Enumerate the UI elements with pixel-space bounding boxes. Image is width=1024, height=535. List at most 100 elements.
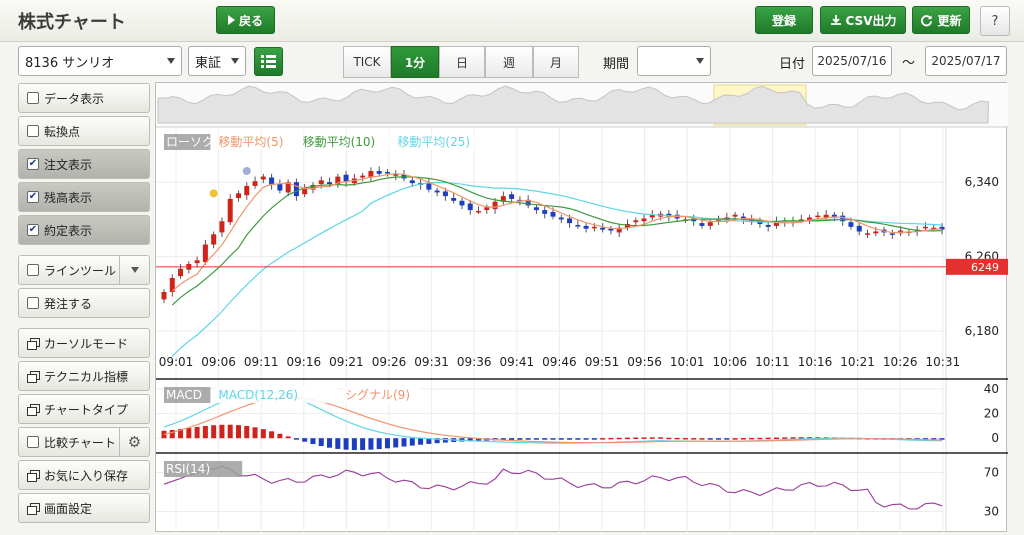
candle: [235, 193, 241, 198]
candle: [567, 218, 573, 224]
x-tick-label: 09:41: [500, 355, 535, 369]
macd-histogram-bar: [616, 437, 622, 440]
chart-area[interactable]: 09:01 09:06 09:11 09:16 09:21 09:26 09:31 09:36…: [155, 82, 1008, 533]
sidebar-item-12[interactable]: 画面設定: [18, 493, 150, 523]
sidebar-item-9[interactable]: チャートタイプ: [18, 394, 150, 424]
macd-histogram-bar: [773, 437, 779, 439]
candle: [302, 188, 308, 195]
sidebar-item-1[interactable]: 転換点: [18, 116, 150, 146]
candle: [575, 224, 581, 227]
symbol-list-button[interactable]: [254, 47, 283, 76]
price-legend-3: 移動平均(25): [397, 135, 470, 149]
sidebar-item-label: 画面設定: [44, 501, 93, 516]
checkbox-checked-icon[interactable]: ✔: [27, 224, 39, 236]
sidebar-item-3[interactable]: ✔ 残高表示: [18, 182, 150, 212]
macd-histogram-bar: [575, 438, 581, 440]
register-button-label: 登録: [771, 13, 796, 28]
execution-marker: [209, 189, 218, 198]
checkbox-icon[interactable]: [27, 264, 39, 276]
page-title: 株式チャート: [18, 12, 126, 33]
macd-histogram-bar: [293, 438, 299, 440]
interval-tab-3[interactable]: 週: [485, 46, 533, 78]
sidebar-item-10[interactable]: 比較チャート ⚙: [18, 427, 150, 457]
sidebar-item-6[interactable]: 発注する: [18, 288, 150, 318]
candle: [889, 233, 895, 235]
checkbox-icon[interactable]: [27, 92, 39, 104]
macd-histogram-bar: [641, 437, 647, 439]
market-select[interactable]: 東証: [188, 46, 246, 76]
macd-histogram-bar: [401, 438, 407, 447]
sidebar-item-8[interactable]: テクニカル指標: [18, 361, 150, 391]
macd-legend-2: シグナル(9): [345, 388, 410, 402]
sidebar-item-5[interactable]: ラインツール: [18, 255, 150, 285]
sidebar-item-2[interactable]: ✔ 注文表示: [18, 149, 150, 179]
chart-canvas[interactable]: 09:01 09:06 09:11 09:16 09:21 09:26 09:31 09:36…: [156, 83, 1008, 533]
candle: [600, 227, 606, 230]
interval-tab-1[interactable]: 1分: [391, 46, 439, 78]
back-button[interactable]: 戻る: [216, 6, 275, 34]
candle: [252, 181, 258, 186]
macd-histogram-bar: [360, 438, 366, 451]
sidebar-item-0[interactable]: データ表示: [18, 83, 150, 113]
macd-histogram-bar: [749, 437, 755, 440]
x-tick-label: 09:56: [627, 355, 662, 369]
macd-histogram-bar: [235, 425, 241, 439]
date-from-input[interactable]: 2025/07/16: [812, 46, 892, 76]
x-tick-label: 10:06: [713, 355, 748, 369]
refresh-button[interactable]: 更新: [912, 6, 970, 34]
candle: [865, 233, 871, 235]
interval-tab-4[interactable]: 月: [533, 46, 579, 78]
sidebar-item-label: 比較チャート: [44, 435, 116, 450]
macd-histogram-bar: [765, 437, 771, 440]
gear-icon[interactable]: ⚙: [119, 428, 149, 456]
macd-histogram-bar: [567, 438, 573, 440]
checkbox-icon[interactable]: [27, 125, 39, 137]
macd-histogram-bar: [442, 438, 448, 443]
macd-histogram-bar: [318, 438, 324, 447]
sidebar-item-label: 発注する: [44, 296, 93, 311]
macd-y-tick: 40: [984, 382, 999, 396]
candle: [219, 221, 225, 233]
dropdown-toggle[interactable]: [119, 256, 149, 284]
sidebar-item-7[interactable]: カーソルモード: [18, 328, 150, 358]
x-tick-label: 10:11: [755, 355, 790, 369]
checkbox-checked-icon[interactable]: ✔: [27, 191, 39, 203]
candle: [467, 203, 473, 211]
sidebar-item-4[interactable]: ✔ 約定表示: [18, 215, 150, 245]
x-tick-label: 09:31: [414, 355, 449, 369]
register-button[interactable]: 登録: [755, 6, 813, 34]
x-tick-label: 10:31: [926, 355, 961, 369]
candle: [451, 197, 457, 201]
macd-histogram-bar: [732, 438, 738, 440]
period-select[interactable]: [637, 46, 711, 76]
candle: [211, 234, 217, 245]
macd-y-tick: 0: [991, 431, 999, 445]
date-label: 日付: [779, 57, 806, 72]
y-tick-label: 6,340: [965, 175, 999, 189]
window-icon: [27, 370, 40, 383]
macd-histogram-bar: [368, 438, 374, 450]
macd-histogram-bar: [533, 438, 539, 440]
macd-legend-0: MACD: [166, 388, 202, 402]
macd-histogram-bar: [790, 437, 796, 439]
csv-export-button[interactable]: CSV出力: [820, 6, 906, 34]
checkbox-icon[interactable]: [27, 297, 39, 309]
candle: [765, 224, 771, 227]
macd-histogram-bar: [351, 438, 357, 451]
symbol-select[interactable]: 8136 サンリオ: [18, 46, 182, 76]
checkbox-checked-icon[interactable]: ✔: [27, 158, 39, 170]
interval-tab-0[interactable]: TICK: [343, 46, 391, 78]
interval-tab-2[interactable]: 日: [439, 46, 485, 78]
chevron-down-icon: [167, 58, 175, 64]
refresh-button-label: 更新: [937, 13, 962, 28]
macd-histogram-bar: [418, 438, 424, 445]
checkbox-icon[interactable]: [27, 436, 39, 448]
sidebar-item-11[interactable]: お気に入り保存: [18, 460, 150, 490]
macd-histogram-bar: [583, 438, 589, 440]
macd-histogram-bar: [716, 438, 722, 440]
candle: [360, 175, 366, 178]
help-button[interactable]: ?: [980, 6, 1010, 36]
date-to-input[interactable]: 2025/07/17: [925, 46, 1007, 76]
sidebar-item-label: カーソルモード: [44, 336, 129, 351]
macd-histogram-bar: [169, 429, 175, 439]
